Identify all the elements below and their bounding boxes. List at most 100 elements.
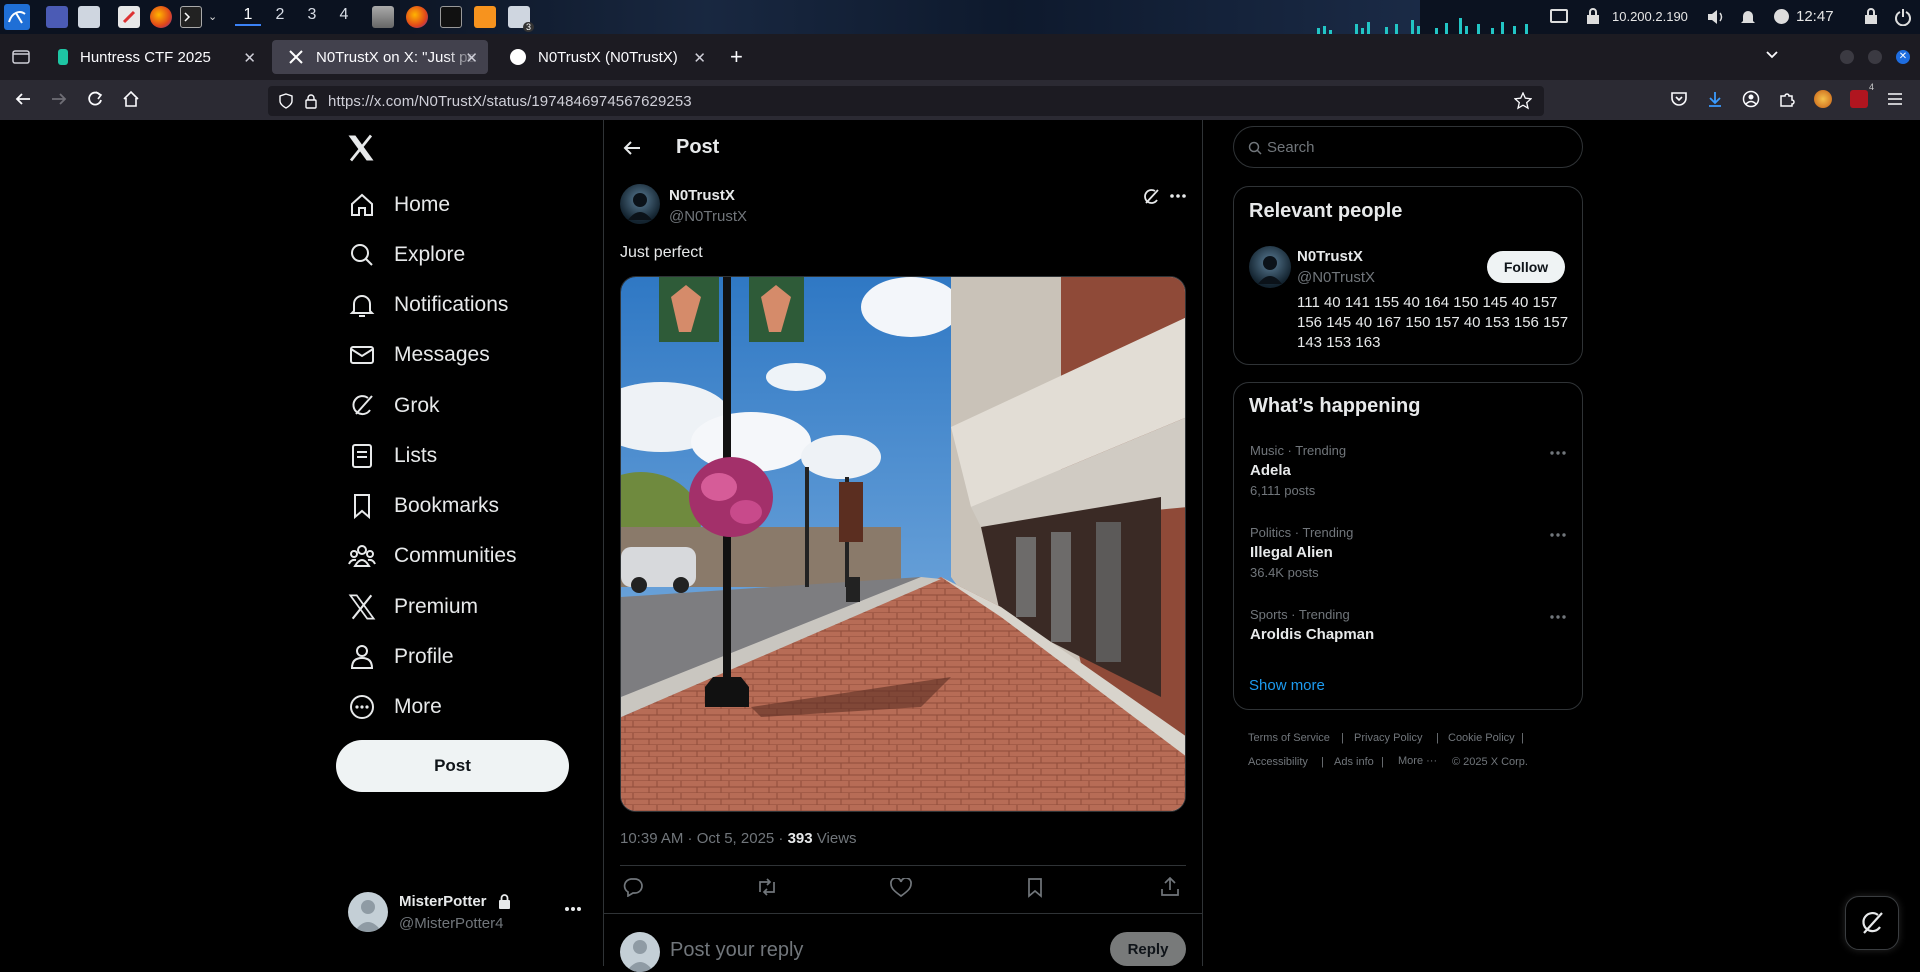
author-name[interactable]: N0TrustX [669, 187, 735, 204]
ublock-extension-icon[interactable]: 4 [1850, 82, 1874, 108]
power-icon[interactable] [1894, 8, 1912, 26]
kali-menu-icon[interactable] [4, 4, 30, 30]
tracking-shield-icon[interactable] [278, 93, 294, 109]
cookie-extension-icon[interactable] [1814, 90, 1832, 108]
terms-link[interactable]: Terms of Service [1248, 732, 1330, 744]
follow-button[interactable]: Follow [1487, 251, 1565, 283]
repost-icon[interactable] [756, 878, 778, 896]
tab-github[interactable]: N0TrustX (N0TrustX) ✕ [494, 40, 716, 74]
forward-icon[interactable] [50, 90, 70, 110]
padlock-icon[interactable] [304, 93, 318, 109]
terminal-window-icon[interactable] [440, 6, 462, 28]
divider [620, 865, 1186, 866]
desktop-icon[interactable] [46, 6, 68, 28]
lock-screen-icon[interactable] [1864, 8, 1878, 24]
workspace-2[interactable]: 2 [267, 6, 293, 24]
new-tab-button[interactable]: + [730, 44, 743, 70]
os-taskbar: ⌄ 1 2 3 4 3 10.200.2.190 12:47 [0, 0, 1920, 34]
cookie-link[interactable]: Cookie Policy [1448, 732, 1515, 744]
close-tab-icon[interactable]: ✕ [243, 49, 256, 67]
pocket-icon[interactable] [1670, 90, 1690, 110]
back-arrow-icon[interactable] [622, 139, 642, 157]
person-name[interactable]: N0TrustX [1297, 248, 1363, 265]
files-window-icon[interactable]: 3 [508, 6, 534, 32]
notification-bell-icon[interactable] [1740, 8, 1756, 26]
grok-float-button[interactable] [1845, 896, 1899, 950]
firefox-window-icon[interactable] [406, 6, 428, 28]
list-all-tabs-icon[interactable] [1764, 46, 1780, 62]
account-switcher[interactable]: MisterPotter @MisterPotter4 [336, 882, 594, 942]
trend-meta: Music · Trending [1250, 443, 1347, 458]
author-handle[interactable]: @N0TrustX [669, 208, 747, 225]
volume-icon[interactable] [1706, 8, 1726, 26]
text-editor-icon[interactable] [118, 6, 140, 28]
person-handle[interactable]: @N0TrustX [1297, 269, 1375, 286]
workspace-4[interactable]: 4 [331, 6, 357, 24]
ip-address: 10.200.2.190 [1612, 9, 1688, 24]
hamburger-menu-icon[interactable] [1886, 90, 1906, 110]
minimize-button[interactable] [1840, 50, 1854, 64]
file-manager-icon[interactable] [78, 6, 100, 28]
account-icon[interactable] [1742, 90, 1762, 110]
close-tab-icon[interactable]: ✕ [693, 49, 706, 67]
views-label: Views [812, 830, 857, 847]
more-dots-icon[interactable] [1170, 194, 1186, 198]
more-dots-icon[interactable] [1550, 607, 1570, 627]
more-dots-icon[interactable] [1550, 443, 1570, 463]
more-link[interactable]: More ··· [1398, 755, 1437, 767]
more-dots-icon[interactable] [1550, 525, 1570, 545]
reply-icon[interactable] [622, 877, 644, 897]
show-more-link[interactable]: Show more [1249, 677, 1325, 694]
workspace-1[interactable]: 1 [235, 6, 261, 26]
accessibility-link[interactable]: Accessibility [1248, 756, 1308, 768]
grok-icon[interactable] [1142, 188, 1160, 206]
privacy-link[interactable]: Privacy Policy [1354, 732, 1422, 744]
url-bar[interactable]: https://x.com/N0TrustX/status/1974846974… [268, 86, 1544, 116]
like-icon[interactable] [890, 878, 912, 897]
more-circle-icon [348, 693, 376, 721]
reply-input[interactable]: Post your reply [670, 939, 803, 962]
close-window-button[interactable]: ✕ [1896, 50, 1910, 64]
share-icon[interactable] [1160, 877, 1180, 897]
tab-title: N0TrustX (N0TrustX) [538, 48, 678, 66]
firefox-view-icon[interactable] [12, 48, 30, 64]
bookmark-icon[interactable] [1026, 877, 1044, 898]
database-icon[interactable] [372, 6, 394, 28]
clock-time: 12:47 [1796, 8, 1834, 25]
nav-label: Premium [394, 595, 479, 618]
tab-huntress[interactable]: Huntress CTF 2025 ✕ [42, 40, 266, 74]
lock-network-icon[interactable] [1586, 8, 1600, 24]
reply-button[interactable]: Reply [1110, 932, 1186, 966]
author-avatar[interactable] [620, 184, 660, 224]
ads-info-link[interactable]: Ads info [1334, 756, 1374, 768]
trend-count: 6,111 posts [1250, 483, 1316, 498]
extensions-icon[interactable] [1778, 90, 1798, 110]
terminal-icon[interactable] [180, 6, 202, 28]
bookmark-star-icon[interactable] [1514, 92, 1532, 110]
trend-item[interactable]: Music · Trending Adela 6,111 posts [1250, 443, 1570, 503]
more-dots-icon[interactable] [564, 906, 582, 912]
downloads-icon[interactable] [1706, 90, 1726, 110]
post-image[interactable] [620, 276, 1186, 812]
trend-item[interactable]: Sports · Trending Aroldis Chapman [1250, 607, 1570, 647]
nav-label: Bookmarks [394, 494, 500, 517]
workspace-3[interactable]: 3 [299, 6, 325, 24]
home-button-icon[interactable] [122, 90, 142, 110]
search-input[interactable]: Search [1267, 139, 1315, 156]
person-avatar[interactable] [1249, 246, 1291, 288]
tab-post[interactable]: N0TrustX on X: "Just perfect" ✕ [272, 40, 488, 74]
back-icon[interactable] [14, 90, 34, 110]
display-icon[interactable] [1550, 9, 1568, 23]
burp-icon[interactable] [474, 6, 496, 28]
reload-icon[interactable] [86, 90, 106, 110]
x-logo-icon[interactable] [346, 134, 376, 162]
trend-item[interactable]: Politics · Trending Illegal Alien 36.4K … [1250, 525, 1570, 585]
chevron-down-icon[interactable]: ⌄ [208, 10, 217, 23]
close-tab-icon[interactable]: ✕ [465, 49, 478, 67]
firefox-icon[interactable] [150, 6, 172, 28]
main-column: Post N0TrustX @N0TrustX Just perfect 10:… [603, 120, 1203, 972]
nav-label: Notifications [394, 293, 509, 316]
search-box[interactable]: Search [1233, 126, 1583, 168]
post-button[interactable]: Post [336, 740, 569, 792]
maximize-button[interactable] [1868, 50, 1882, 64]
